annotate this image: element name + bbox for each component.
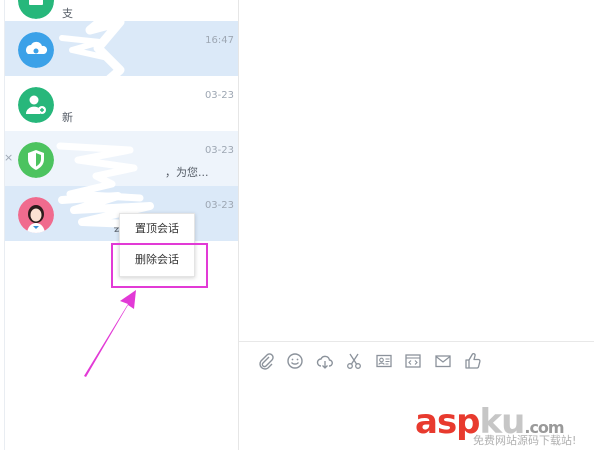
conversation-item[interactable]: × 03-23 ，为您... <box>4 131 238 186</box>
watermark-logo: aspku.com 免费网站源码下载站! <box>415 400 590 447</box>
mail-icon[interactable] <box>434 352 452 370</box>
conversation-time: 03-23 <box>204 90 234 101</box>
cloud-upload-icon[interactable] <box>316 352 334 370</box>
close-icon[interactable]: × <box>4 151 13 164</box>
conversation-preview: 支 <box>62 7 73 20</box>
scissors-icon[interactable] <box>345 352 363 370</box>
pink-girl-avatar <box>18 197 54 233</box>
contact-card-icon[interactable] <box>375 352 393 370</box>
green-list-icon <box>18 0 54 19</box>
chat-pane <box>239 0 594 450</box>
highlight-box <box>111 243 208 288</box>
chat-toolbar <box>239 341 594 380</box>
conversation-item[interactable]: 03-23 新 <box>5 76 238 131</box>
conversation-preview: 新 <box>62 111 73 124</box>
emoji-icon[interactable] <box>286 352 304 370</box>
code-snippet-icon[interactable] <box>404 352 422 370</box>
conversation-item[interactable]: 16:47 <box>5 21 238 76</box>
blue-cloud-icon <box>18 32 54 68</box>
green-add-user-icon <box>18 87 54 123</box>
thumbs-up-icon[interactable] <box>464 352 482 370</box>
conversation-time: 03-23 <box>204 200 234 211</box>
paperclip-icon[interactable] <box>257 352 275 370</box>
conversation-preview: ，为您... <box>165 166 209 179</box>
green-shield-icon <box>18 142 54 178</box>
conversation-time: 03-23 <box>204 145 234 156</box>
watermark-subtitle: 免费网站源码下载站! <box>473 434 577 447</box>
pin-conversation-menu-item[interactable]: 置顶会话 <box>120 214 194 244</box>
conversation-time: 16:47 <box>205 35 234 46</box>
